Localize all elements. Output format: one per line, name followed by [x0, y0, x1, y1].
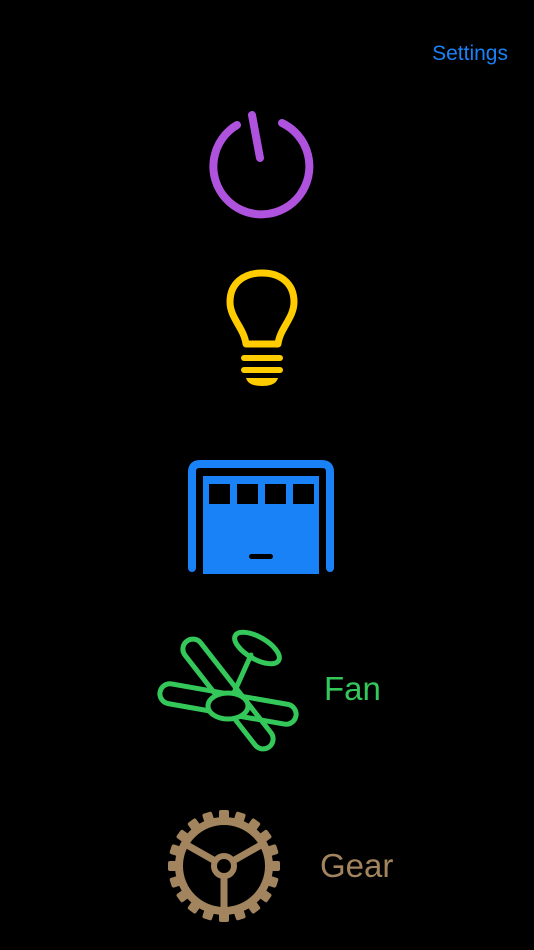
settings-button[interactable]: Settings: [432, 42, 508, 66]
device-fan[interactable]: Fan: [0, 622, 534, 767]
gear-label: Gear: [320, 847, 394, 884]
device-garage-door[interactable]: [0, 458, 534, 574]
garage-door-icon: [188, 460, 334, 574]
gear-icon: [168, 810, 280, 922]
power-icon: [209, 111, 314, 219]
device-gear[interactable]: Gear: [0, 805, 534, 927]
device-power[interactable]: [0, 105, 534, 220]
light-bulb-icon: [226, 269, 298, 386]
device-light[interactable]: [0, 266, 534, 392]
fan-label: Fan: [324, 670, 381, 707]
ceiling-fan-icon: [157, 629, 299, 752]
